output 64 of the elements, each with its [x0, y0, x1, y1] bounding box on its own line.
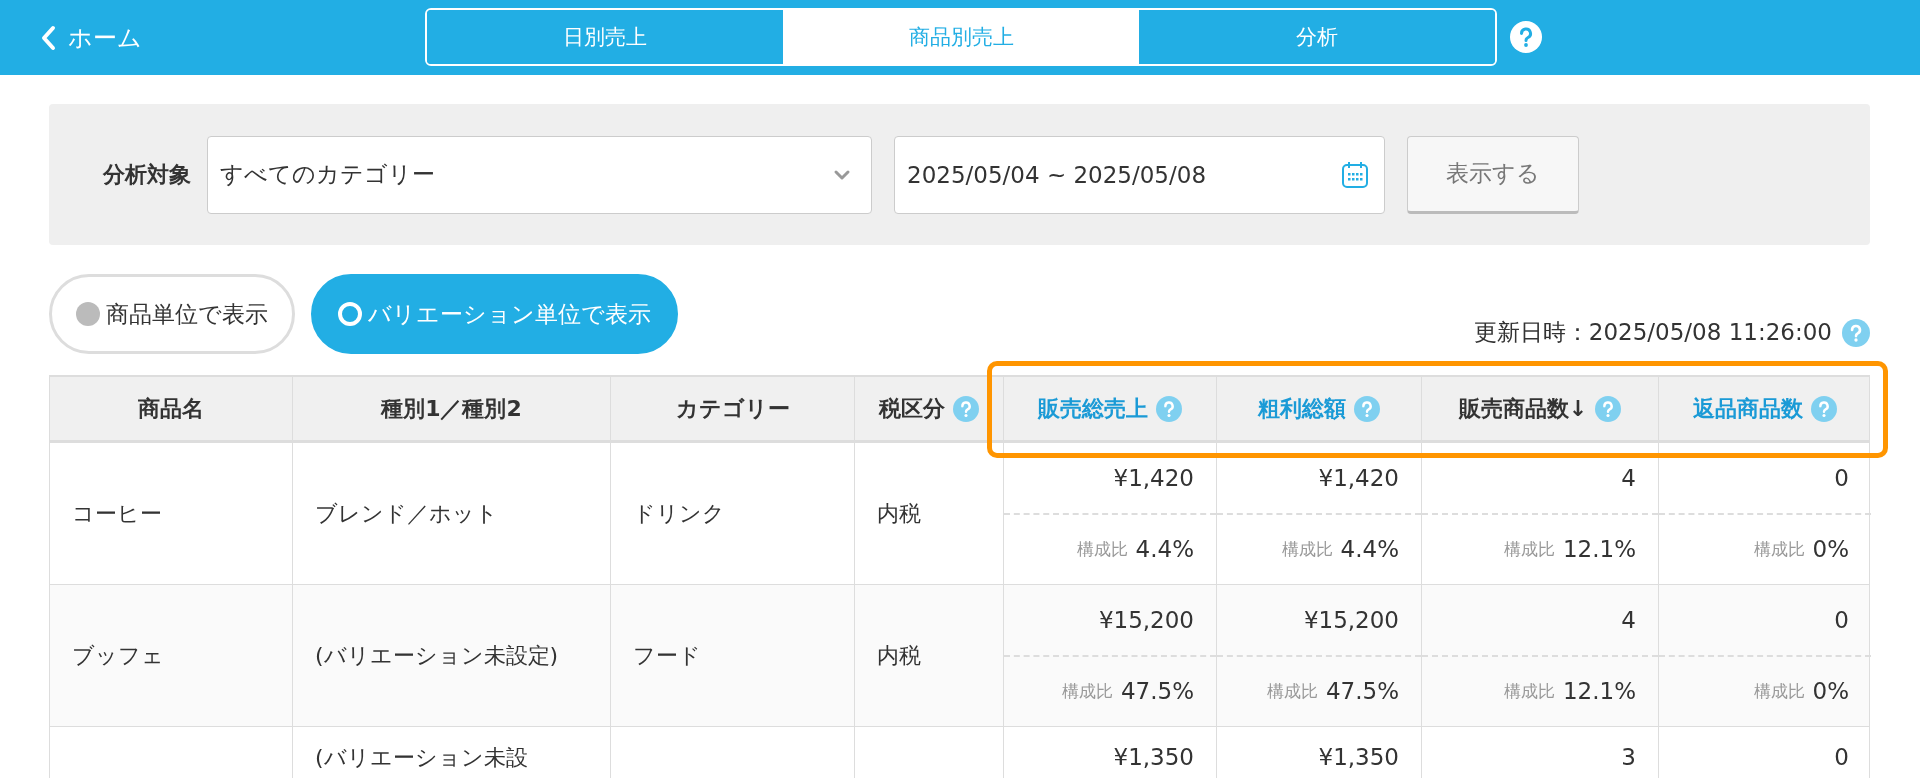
chevron-down-icon — [833, 168, 851, 181]
table-cell-text: ドリンク — [633, 500, 725, 528]
table-cell-text: ¥1,420 — [1317, 464, 1400, 493]
table-cell-text: (バリエーション未設定) — [315, 642, 559, 670]
help-icon[interactable] — [1510, 21, 1542, 53]
table-cell-text: コーヒー — [72, 500, 162, 528]
date-range-field[interactable]: 2025/05/04 ~ 2025/05/08 — [894, 135, 1385, 214]
ratio-label: 構成比 — [1503, 679, 1555, 703]
ratio-value: 12.1% — [1562, 678, 1636, 704]
ratio-value: 0% — [1812, 536, 1849, 562]
table-cell-text: 0 — [1833, 606, 1850, 635]
sort-header-link[interactable]: 返品商品数 — [1693, 393, 1803, 424]
table-cell-text: 4 — [1620, 464, 1637, 493]
ratio-value: 12.1% — [1562, 536, 1636, 562]
table-cell-text: (バリエーション未設 — [315, 744, 528, 772]
table-cell-text: ¥1,350 — [1317, 743, 1400, 772]
ratio-value: 4.4% — [1135, 536, 1194, 562]
category-dropdown[interactable]: すべてのカテゴリー — [207, 135, 872, 214]
ratio-value: 47.5% — [1325, 678, 1399, 704]
table-cell-text: 0 — [1833, 464, 1850, 493]
calendar-icon — [1340, 159, 1370, 190]
ratio-label: 構成比 — [1753, 537, 1805, 561]
table-cell-text: ブレンド／ホット — [315, 500, 498, 528]
help-icon[interactable] — [1156, 395, 1182, 422]
ratio-value: 4.4% — [1340, 536, 1399, 562]
column-title: 種別1／種別2 — [381, 394, 522, 423]
table-cell-text: ¥15,200 — [1302, 606, 1400, 635]
table-cell-text: 内税 — [877, 500, 921, 528]
help-icon[interactable] — [1354, 395, 1380, 422]
table-cell-text: ブッフェ — [72, 642, 164, 670]
table-cell-text: ¥1,420 — [1112, 464, 1195, 493]
filter-label: 分析対象 — [103, 160, 191, 189]
updated-timestamp: 更新日時：2025/05/08 11:26:00 — [1473, 318, 1832, 347]
column-title: カテゴリー — [675, 394, 790, 423]
help-icon[interactable] — [1811, 395, 1837, 422]
ratio-value: 47.5% — [1120, 678, 1194, 704]
help-icon[interactable] — [1842, 318, 1870, 347]
sort-header-link[interactable]: 販売商品数↓ — [1458, 393, 1588, 424]
table-cell-text: 内税 — [877, 642, 921, 670]
tab[interactable]: 商品別売上 — [783, 10, 1139, 64]
ratio-label: 構成比 — [1281, 537, 1333, 561]
table-cell-text: フード — [633, 642, 701, 670]
table-cell-text: ¥1,350 — [1112, 743, 1195, 772]
help-icon[interactable] — [1595, 395, 1622, 422]
column-title: 商品名 — [138, 394, 204, 423]
home-link[interactable]: ホーム — [40, 21, 142, 54]
help-icon[interactable] — [953, 395, 979, 422]
table-cell-text: ¥15,200 — [1097, 606, 1195, 635]
ratio-label: 構成比 — [1061, 679, 1113, 703]
ratio-label: 構成比 — [1503, 537, 1555, 561]
sort-header-link[interactable]: 販売総売上 — [1038, 393, 1148, 424]
ratio-label: 構成比 — [1753, 679, 1805, 703]
table-cell-text: 3 — [1620, 743, 1637, 772]
chevron-left-icon — [40, 24, 56, 51]
show-button[interactable]: 表示する — [1407, 135, 1579, 214]
sort-header-link[interactable]: 粗利総額 — [1258, 393, 1346, 424]
table-cell-text: 0 — [1833, 743, 1850, 772]
view-toggle-button[interactable]: バリエーション単位で表示 — [311, 274, 678, 354]
table-cell-text: 4 — [1620, 606, 1637, 635]
view-toggle-button[interactable]: 商品単位で表示 — [49, 274, 295, 354]
column-title: 税区分 — [879, 394, 945, 423]
ratio-label: 構成比 — [1266, 679, 1318, 703]
ratio-value: 0% — [1812, 678, 1849, 704]
ratio-label: 構成比 — [1076, 537, 1128, 561]
